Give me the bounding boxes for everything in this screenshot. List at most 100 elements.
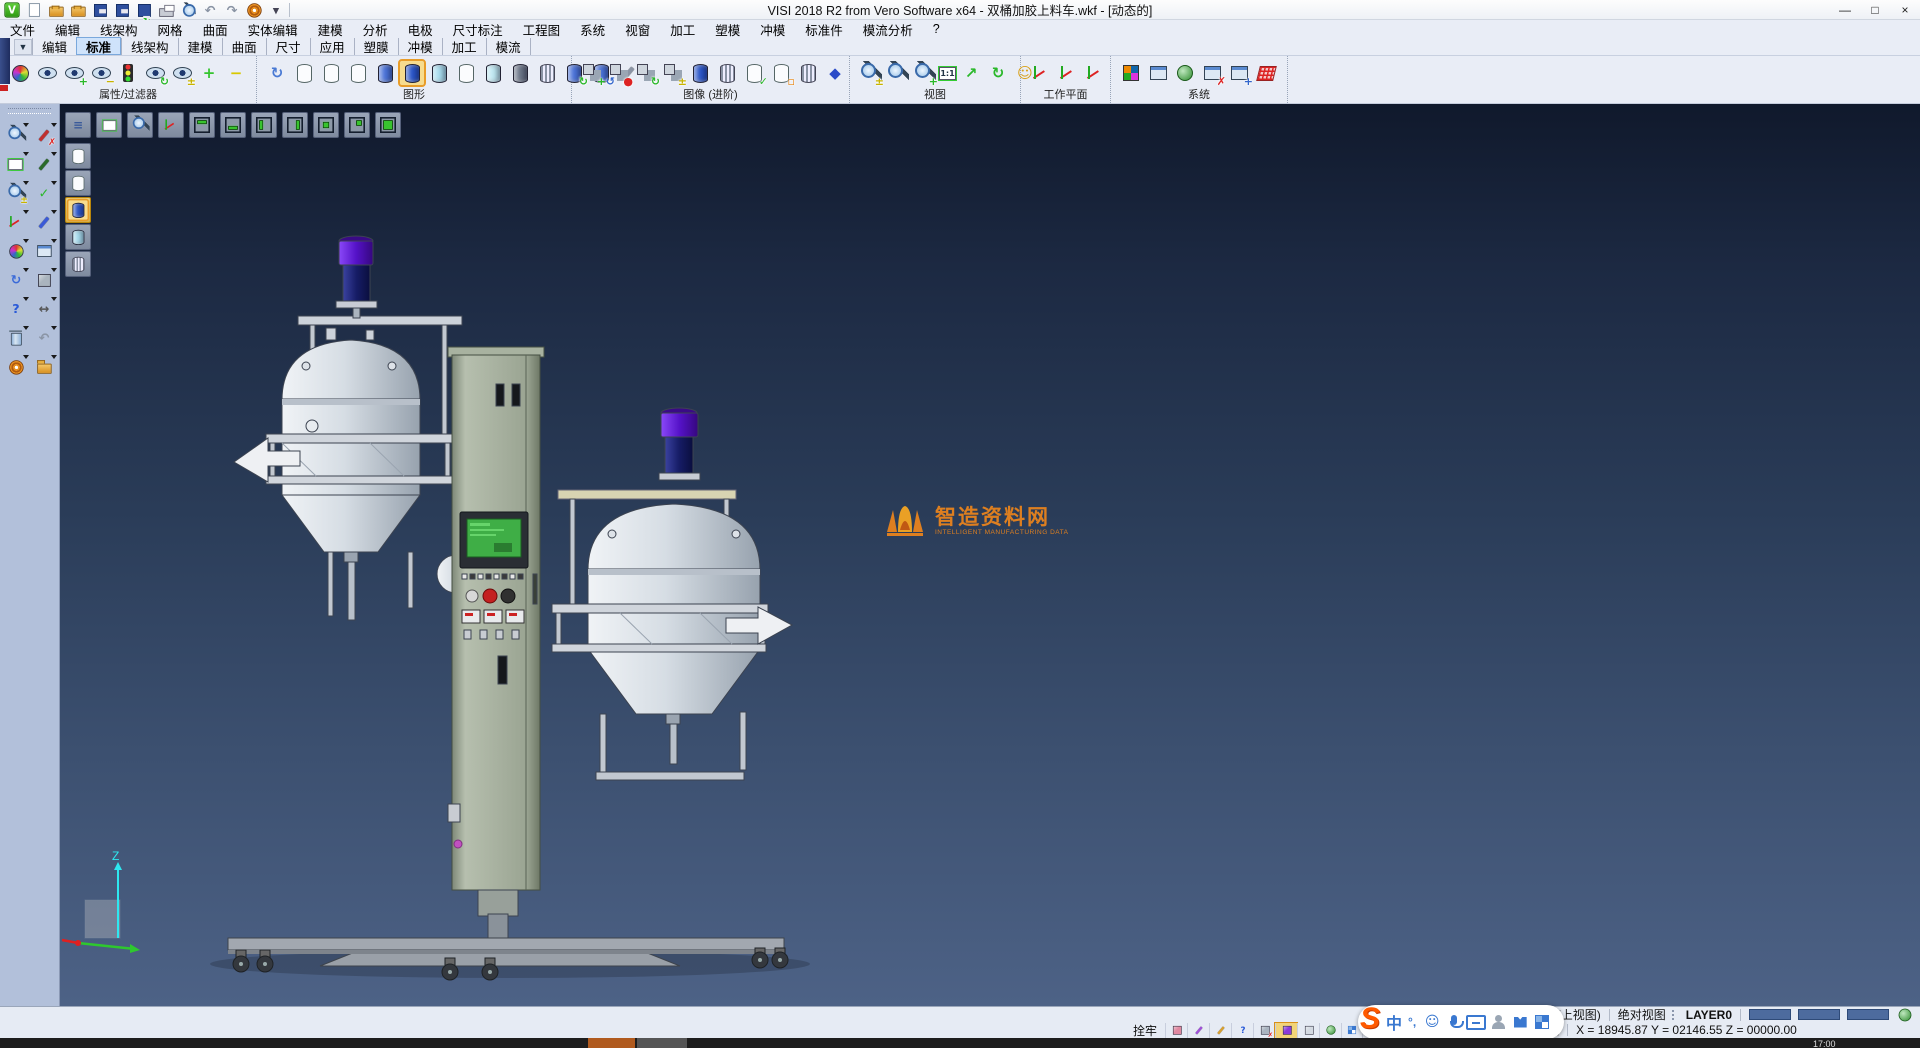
fit-view-icon[interactable] [102, 120, 116, 130]
dark-cylinder-icon[interactable] [508, 61, 532, 85]
help-icon-cell[interactable]: ? [2, 296, 30, 322]
view-bottom-icon[interactable] [225, 117, 241, 133]
open-project-icon-cell[interactable] [30, 354, 58, 380]
view-front-icon[interactable] [318, 117, 334, 133]
panel-grip[interactable] [8, 108, 51, 114]
snap-chisel-icon-cell[interactable] [1209, 1023, 1231, 1038]
save-icon[interactable] [92, 2, 107, 17]
render-cube-icon[interactable]: ◆ [823, 61, 847, 85]
display-settings-icon[interactable] [1146, 61, 1170, 85]
advanced-refresh-icon[interactable] [634, 61, 658, 85]
attributes-palette-icon[interactable] [8, 61, 32, 85]
render-shaded-icon[interactable] [68, 200, 87, 219]
delete-edit-icon-cell[interactable] [30, 122, 58, 148]
delete-edit-icon[interactable] [33, 125, 53, 145]
zoom-solids-button[interactable] [127, 112, 153, 138]
ghost-cylinder-icon[interactable] [454, 61, 478, 85]
taskbar-sliver[interactable]: 17:00 [0, 1038, 1920, 1048]
selection-box-icon[interactable] [8, 158, 22, 169]
sketch-edit-icon[interactable] [33, 154, 53, 174]
snap-wand-icon-cell[interactable] [1187, 1023, 1209, 1038]
tab-progress[interactable]: 冲模 [398, 38, 442, 55]
menu-surface[interactable]: 曲面 [193, 20, 238, 39]
view-menu-icon[interactable]: ≡ [68, 115, 87, 134]
tolerance-globe-icon-cell[interactable] [1319, 1023, 1341, 1038]
texture-cylinder-icon[interactable] [715, 61, 739, 85]
sogou-logo-icon[interactable]: S [1360, 1006, 1380, 1032]
redo-icon[interactable]: ↷ [224, 2, 239, 17]
sketch-edit-icon-cell[interactable] [30, 151, 58, 177]
zoom-dynamic-icon-cell[interactable] [2, 180, 30, 206]
profile-icon[interactable] [1302, 1023, 1316, 1037]
distance-icon-cell[interactable]: ↔ [30, 296, 58, 322]
view-menu-button[interactable]: ≡ [65, 112, 91, 138]
render-mesh-button[interactable] [65, 251, 91, 277]
view-right-icon[interactable] [287, 117, 303, 133]
quickbar-more-icon[interactable]: ▾ [268, 2, 283, 17]
render-hidden-icon[interactable] [68, 173, 87, 192]
sogou-skin-icon[interactable] [1510, 1012, 1530, 1032]
menu-solid-edit[interactable]: 实体编辑 [238, 20, 308, 39]
view-back-button[interactable] [344, 112, 370, 138]
minimize-button[interactable]: — [1830, 0, 1860, 19]
tab-edit[interactable]: 编辑 [32, 38, 76, 55]
open-file-icon[interactable] [48, 2, 63, 17]
triad-toggle-icon[interactable] [161, 115, 180, 134]
regen-icon-cell[interactable]: ↻ [2, 267, 30, 293]
curve-edit-icon[interactable] [33, 212, 53, 232]
shaded-edges-cylinder-icon[interactable] [400, 61, 424, 85]
menu-mould[interactable]: 塑模 [705, 20, 750, 39]
hatched-cylinder-icon[interactable] [535, 61, 559, 85]
layer-color-swatch[interactable] [1749, 1009, 1791, 1020]
view-front-button[interactable] [313, 112, 339, 138]
delete-trash-icon-cell[interactable] [2, 325, 30, 351]
tab-dimension[interactable]: 尺寸 [266, 38, 310, 55]
history-icon[interactable] [246, 2, 261, 17]
tab-mould[interactable]: 塑膜 [354, 38, 398, 55]
tolerance-globe-icon[interactable] [1324, 1023, 1338, 1037]
profile-icon-cell[interactable] [1297, 1023, 1319, 1038]
save-as-icon[interactable] [114, 2, 129, 17]
info-measure-icon-cell[interactable] [2, 122, 30, 148]
navigation-wheel-icon-cell[interactable] [2, 354, 30, 380]
triad-toggle-button[interactable] [158, 112, 184, 138]
advanced-toggle-icon[interactable] [661, 61, 685, 85]
snap-hand-icon[interactable] [1227, 61, 1251, 85]
snap-help-icon-cell[interactable]: ? [1231, 1023, 1253, 1038]
zoom-dynamic-icon[interactable] [5, 183, 25, 203]
ucs-axes-icon-cell[interactable] [2, 209, 30, 235]
viewport-layout-icon[interactable] [33, 241, 53, 261]
zoom-selected-icon[interactable] [912, 61, 936, 85]
zoom-solids-icon[interactable] [130, 115, 149, 134]
save-sync-icon[interactable] [136, 2, 151, 17]
taskbar-app-indicator[interactable] [588, 1038, 635, 1048]
menu-electrode[interactable]: 电极 [398, 20, 443, 39]
snap-solid-icon[interactable] [1280, 1023, 1294, 1037]
validate-solid-icon[interactable] [742, 61, 766, 85]
snap-point-icon-cell[interactable] [1165, 1023, 1187, 1038]
rotate-view-icon[interactable]: ↻ [986, 61, 1010, 85]
hide-entities-icon[interactable] [89, 61, 113, 85]
graphics-viewport[interactable]: ≡ [60, 104, 1920, 1006]
render-shaded-edges-icon[interactable] [68, 227, 87, 246]
sogou-language-toggle[interactable]: 中 [1386, 1010, 1402, 1034]
view-left-icon[interactable] [256, 117, 272, 133]
selection-box-icon-cell[interactable] [2, 151, 30, 177]
undo-arrow-icon[interactable]: ↶ [33, 328, 53, 348]
sogou-punctuation-toggle[interactable]: °, [1408, 1015, 1416, 1029]
menu-analysis[interactable]: 分析 [353, 20, 398, 39]
solid-view-icon[interactable] [33, 270, 53, 290]
tab-standard[interactable]: 标准 [76, 37, 121, 55]
advanced-add-icon[interactable] [580, 61, 604, 85]
maximize-button[interactable]: □ [1860, 0, 1890, 19]
view-iso-icon[interactable] [380, 117, 396, 133]
show-all-icon[interactable]: + [197, 61, 221, 85]
render-hidden-button[interactable] [65, 170, 91, 196]
menu-progress[interactable]: 冲模 [750, 20, 795, 39]
dashed-cylinder-icon[interactable] [346, 61, 370, 85]
menu-machining[interactable]: 加工 [660, 20, 705, 39]
view-mode-label[interactable]: 绝对视图 [1618, 1006, 1666, 1023]
tab-machining[interactable]: 加工 [442, 38, 486, 55]
viewport-layout-icon-cell[interactable] [30, 238, 58, 264]
tab-wireframe[interactable]: 线架构 [121, 38, 178, 55]
